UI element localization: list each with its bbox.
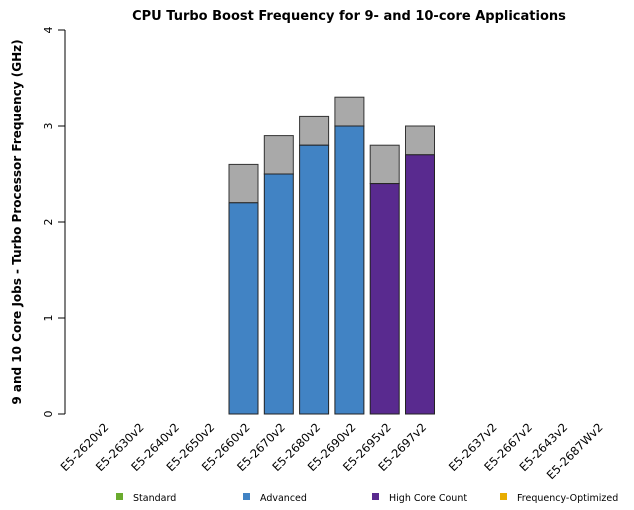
bar-turbo-E5-2680v2	[299, 115, 330, 146]
bar-turbo-E5-2695v2	[369, 144, 400, 185]
legend-swatch-frequency-optimized	[500, 493, 507, 500]
bar-base-E5-2690v2	[334, 125, 365, 415]
legend: Standard Advanced High Core Count Frequency…	[116, 493, 618, 504]
legend-swatch-high-core-count	[372, 493, 379, 500]
bar-turbo-E5-2660v2	[228, 163, 259, 204]
legend-label: Advanced	[260, 493, 307, 504]
y-axis-label: 9 and 10 Core Jobs - Turbo Processor Fre…	[10, 39, 24, 404]
legend-label: Standard	[133, 493, 176, 504]
y-tick-label: 3	[42, 123, 55, 130]
bar-turbo-E5-2697v2	[405, 125, 435, 156]
y-tick-label: 0	[42, 411, 55, 418]
bar-base-E5-2697v2	[405, 154, 435, 415]
bar-base-E5-2670v2	[263, 173, 294, 415]
bar-base-E5-2660v2	[228, 202, 259, 415]
bars	[228, 96, 435, 415]
bar-base-E5-2680v2	[299, 144, 330, 415]
legend-swatch-advanced	[243, 493, 250, 500]
legend-label: High Core Count	[389, 493, 467, 504]
y-axis: 0 1 2 3 4	[42, 27, 66, 418]
y-tick-label: 1	[42, 315, 55, 322]
bar-turbo-E5-2670v2	[263, 135, 294, 175]
bar-base-E5-2695v2	[369, 183, 400, 415]
y-tick-label: 4	[42, 27, 55, 34]
chart-title: CPU Turbo Boost Frequency for 9- and 10-…	[132, 9, 566, 24]
bar-turbo-E5-2690v2	[334, 96, 365, 127]
y-tick-label: 2	[42, 219, 55, 226]
legend-swatch-standard	[116, 493, 123, 500]
chart: CPU Turbo Boost Frequency for 9- and 10-…	[10, 9, 618, 504]
legend-label: Frequency-Optimized	[517, 493, 618, 504]
x-tick-labels: E5-2620v2E5-2630v2E5-2640v2E5-2650v2E5-2…	[58, 420, 606, 482]
